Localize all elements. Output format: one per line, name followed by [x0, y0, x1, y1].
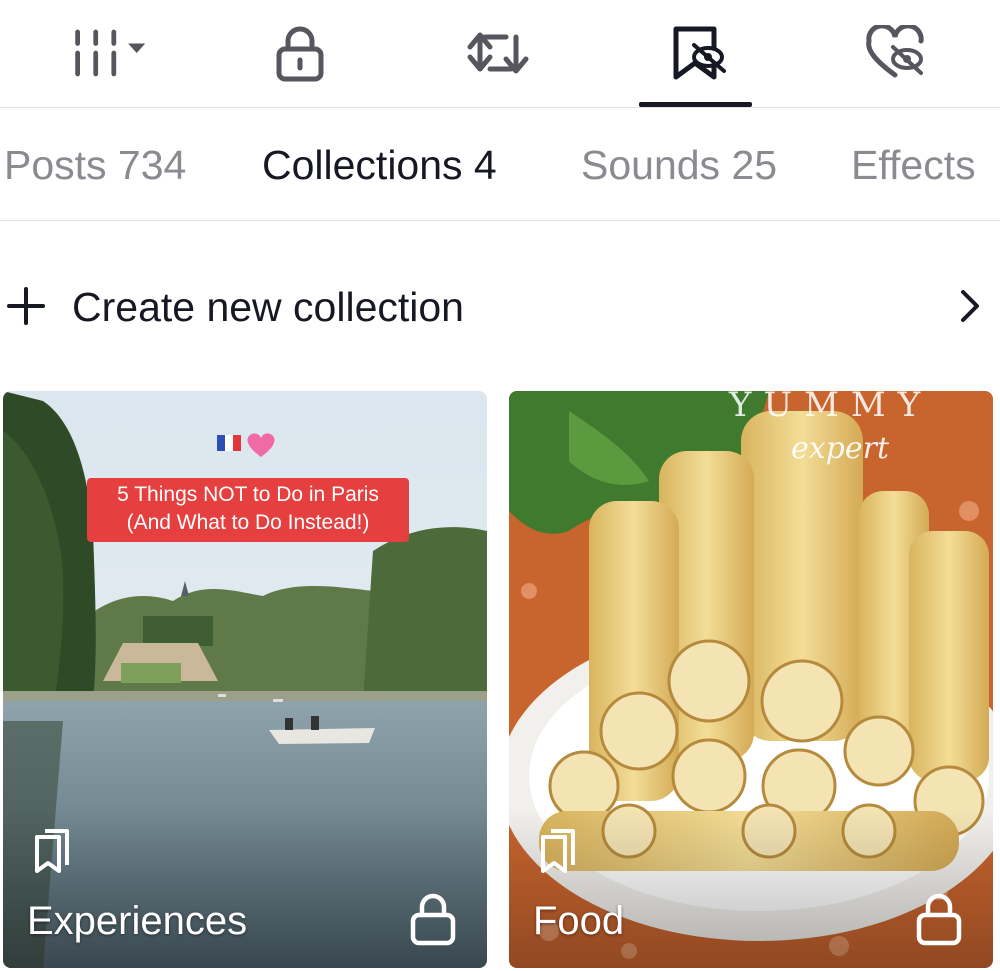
heart-hidden-icon	[866, 25, 924, 78]
profile-icon-bar	[0, 0, 1000, 108]
collection-name: Food	[533, 899, 625, 943]
thumbnail-watermark-sub: expert	[791, 431, 890, 466]
active-tab-indicator	[639, 102, 752, 107]
collection-bookmark-icon	[541, 829, 575, 873]
lock-icon	[276, 26, 324, 82]
collection-card-experiences[interactable]: 5 Things NOT to Do in Paris (And What to…	[3, 391, 487, 968]
create-new-collection-row[interactable]: Create new collection	[0, 270, 1000, 344]
private-lock-icon	[410, 893, 456, 946]
tab-effects[interactable]: Effects	[851, 141, 976, 189]
collection-card-food[interactable]: YUMMY expert Food	[509, 391, 993, 968]
repost-icon	[467, 32, 529, 74]
collection-bookmark-icon	[35, 829, 69, 873]
grid-menu-icon	[75, 29, 146, 77]
reposts-tab[interactable]	[458, 18, 538, 88]
create-new-collection-label: Create new collection	[72, 284, 464, 330]
favorites-subtabs: Posts 734 Collections 4 Sounds 25 Effect…	[0, 108, 1000, 221]
flag-heart-emoji	[217, 433, 275, 457]
tab-collections[interactable]: Collections 4	[262, 141, 497, 189]
tab-posts[interactable]: Posts 734	[4, 141, 186, 189]
thumbnail-watermark: YUMMY	[729, 391, 933, 425]
grid-menu-button[interactable]	[70, 18, 150, 88]
thumbnail-caption: 5 Things NOT to Do in Paris (And What to…	[87, 478, 409, 542]
plus-icon	[7, 287, 45, 325]
chevron-right-icon[interactable]	[955, 288, 985, 324]
private-lock-icon	[916, 893, 962, 946]
tab-sounds[interactable]: Sounds 25	[581, 141, 777, 189]
bookmark-hidden-icon	[673, 26, 726, 80]
liked-videos-tab[interactable]	[855, 18, 935, 88]
favorites-tab[interactable]	[658, 18, 738, 88]
collection-name: Experiences	[27, 899, 248, 943]
private-videos-tab[interactable]	[260, 18, 340, 88]
